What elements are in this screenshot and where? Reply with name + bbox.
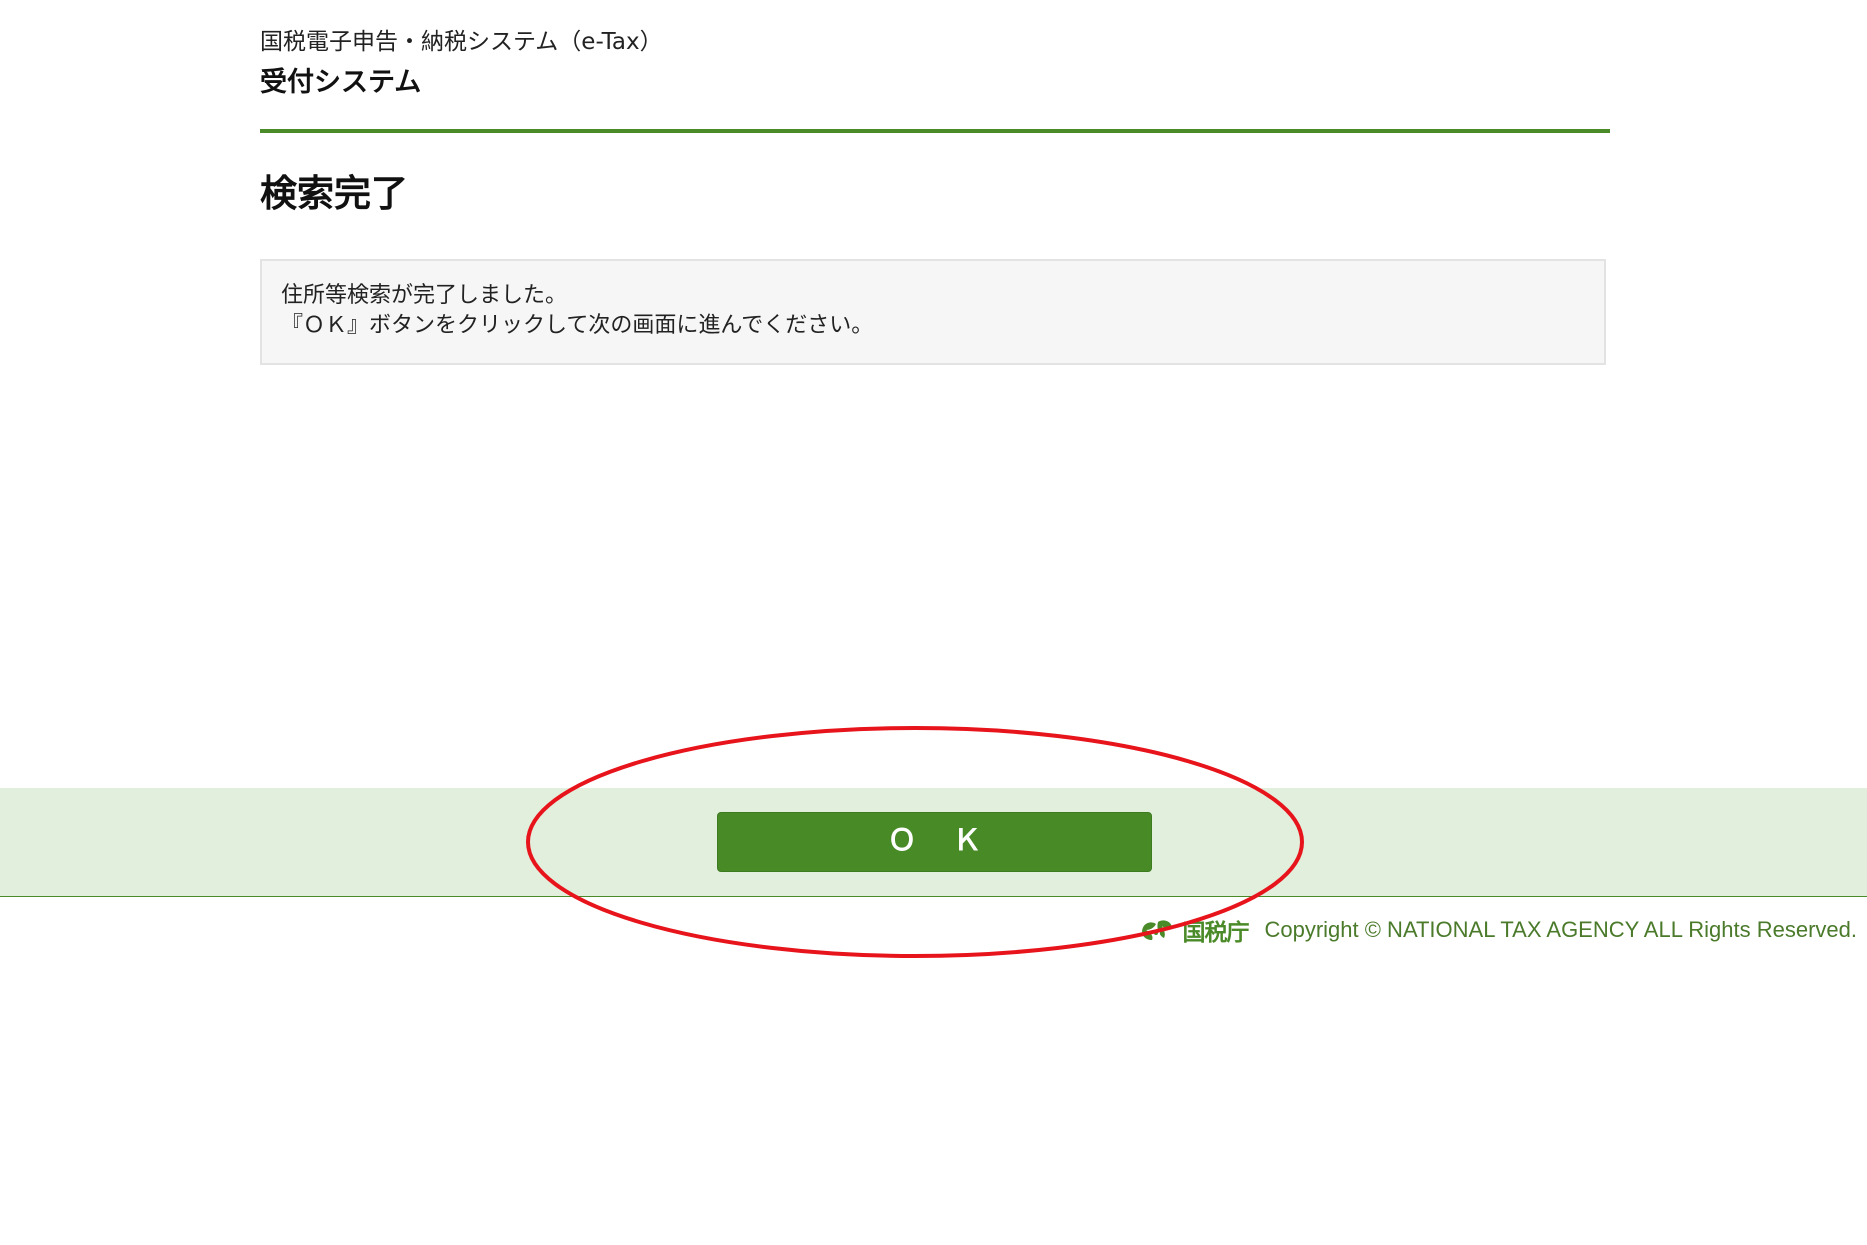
message-line-2: 『ＯＫ』ボタンをクリックして次の画面に進んでください。 — [281, 313, 874, 338]
header: 国税電子申告・納税システム（e-Tax） 受付システム — [260, 24, 1610, 103]
message-line-1: 住所等検索が完了しました。 — [281, 283, 568, 308]
page: 国税電子申告・納税システム（e-Tax） 受付システム 検索完了 住所等検索が完… — [0, 0, 1867, 1245]
system-name: 国税電子申告・納税システム（e-Tax） — [260, 29, 663, 55]
page-title: 検索完了 — [260, 172, 408, 215]
footer: 国税庁 Copyright © NATIONAL TAX AGENCY ALL … — [1138, 912, 1857, 948]
copyright-text: Copyright © NATIONAL TAX AGENCY ALL Righ… — [1264, 917, 1857, 942]
header-divider — [260, 129, 1610, 133]
ok-button[interactable]: Ｏ Ｋ — [717, 812, 1152, 872]
message-box: 住所等検索が完了しました。 『ＯＫ』ボタンをクリックして次の画面に進んでください… — [260, 259, 1606, 365]
subsystem-name: 受付システム — [260, 67, 422, 98]
action-band: Ｏ Ｋ — [0, 788, 1867, 897]
nta-logo-text: 国税庁 — [1182, 920, 1249, 946]
nta-leaf-logo-icon — [1142, 920, 1173, 940]
nta-logo: 国税庁 — [1138, 913, 1249, 947]
